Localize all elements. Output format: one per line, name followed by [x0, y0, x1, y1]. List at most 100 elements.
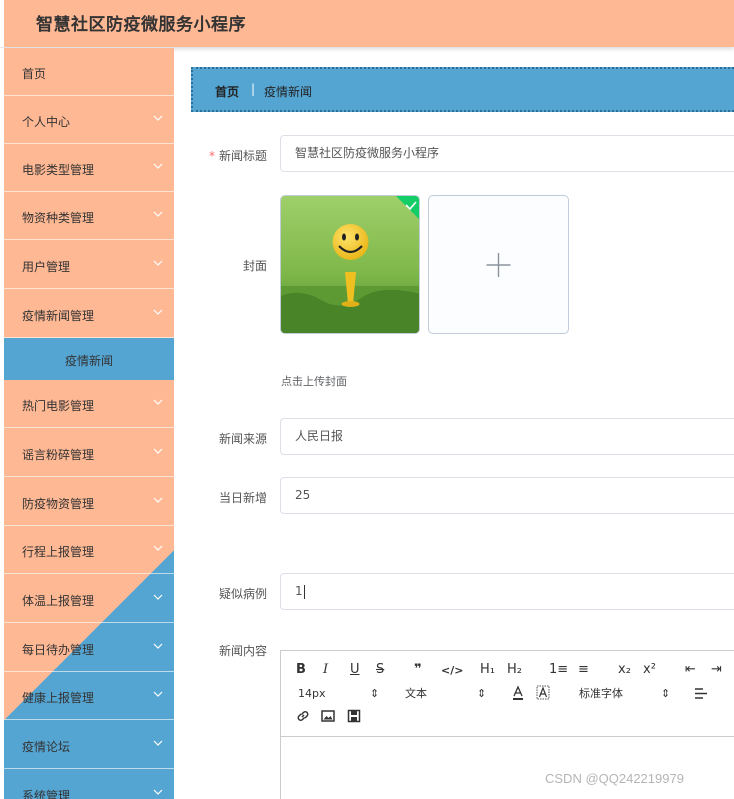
link-icon[interactable]	[296, 709, 310, 723]
sidebar-menu: 首页 个人中心 电影类型管理 物资种类管理 用户管理 疫情新闻管理 疫情新闻 热…	[0, 48, 174, 799]
sidebar-item-forum[interactable]: 疫情论坛	[4, 721, 174, 769]
suspected-cases-value: 1	[295, 584, 303, 598]
chevron-down-icon	[153, 691, 163, 697]
sidebar-item-supply-categories[interactable]: 物资种类管理	[4, 192, 174, 240]
image-icon[interactable]	[321, 709, 335, 723]
top-header: 智慧社区防疫微服务小程序	[0, 0, 734, 47]
align-icon[interactable]	[694, 687, 708, 700]
strike-button[interactable]: S	[376, 662, 384, 678]
sidebar-item-daily-todo[interactable]: 每日待办管理	[4, 624, 174, 672]
chevron-down-icon	[153, 309, 163, 315]
sidebar-item-label: 疫情论坛	[22, 740, 71, 754]
text-caret	[303, 584, 305, 599]
editor-toolbar: B I U S ❞ </> H₁ H₂ 1≡ ≡ x₂ x² ⇤ ⇥ 14px …	[281, 651, 734, 737]
sidebar-item-news-management[interactable]: 疫情新闻管理	[4, 290, 174, 338]
sidebar-item-health-report[interactable]: 健康上报管理	[4, 672, 174, 720]
sidebar-subitem-news[interactable]: 疫情新闻	[4, 338, 174, 380]
news-source-label: 新闻来源	[218, 432, 267, 446]
subscript-button[interactable]: x₂	[618, 662, 631, 678]
required-mark: *	[208, 149, 215, 163]
sidebar-item-label: 电影类型管理	[22, 163, 95, 177]
background-color-icon[interactable]	[536, 685, 550, 701]
sidebar-item-label: 行程上报管理	[22, 545, 95, 559]
bullet-list-button[interactable]: ≡	[578, 662, 589, 678]
sidebar-item-home[interactable]: 首页	[4, 48, 174, 96]
font-size-select[interactable]: 14px	[298, 686, 326, 702]
font-size-arrows-icon: ⇕	[370, 687, 380, 700]
sidebar-item-label: 体温上报管理	[22, 594, 95, 608]
chevron-down-icon	[153, 115, 163, 121]
news-title-input[interactable]: 智慧社区防疫微服务小程序	[280, 135, 734, 172]
chevron-down-icon	[153, 740, 163, 746]
sidebar-item-label: 谣言粉碎管理	[22, 448, 95, 462]
sidebar-item-users[interactable]: 用户管理	[4, 241, 174, 289]
daily-new-value: 25	[295, 488, 311, 502]
sidebar-item-system[interactable]: 系统管理	[4, 770, 174, 799]
sidebar-item-label: 物资种类管理	[22, 211, 95, 225]
font-color-icon[interactable]	[511, 685, 525, 701]
sidebar-item-label: 每日待办管理	[22, 643, 95, 657]
sidebar-item-label: 疫情新闻管理	[22, 309, 95, 323]
block-type-select[interactable]: 文本	[405, 686, 427, 702]
daily-new-input[interactable]: 25	[280, 477, 734, 514]
font-family-select[interactable]: 标准字体	[579, 686, 623, 702]
sidebar-item-rumor-busting[interactable]: 谣言粉碎管理	[4, 429, 174, 477]
sidebar-subitem-label: 疫情新闻	[64, 354, 113, 368]
chevron-down-icon	[153, 497, 163, 503]
video-icon[interactable]	[347, 709, 361, 723]
indent-button[interactable]: ⇥	[711, 662, 722, 678]
chevron-down-icon	[153, 448, 163, 454]
chevron-down-icon	[153, 643, 163, 649]
suspected-cases-input[interactable]: 1	[280, 573, 734, 610]
breadcrumb-separator: |	[251, 82, 256, 96]
news-source-input[interactable]: 人民日报	[280, 418, 734, 455]
sidebar-item-label: 系统管理	[22, 789, 71, 799]
watermark: CSDN @QQ242219979	[545, 771, 684, 786]
news-title-label-text: 新闻标题	[218, 149, 267, 163]
bold-button[interactable]: B	[296, 662, 306, 678]
superscript-button[interactable]: x²	[643, 662, 656, 678]
sidebar-item-label: 健康上报管理	[22, 691, 95, 705]
sidebar-item-movie-types[interactable]: 电影类型管理	[4, 144, 174, 192]
sidebar-item-temperature[interactable]: 体温上报管理	[4, 575, 174, 623]
h1-button[interactable]: H₁	[480, 662, 495, 678]
quote-button[interactable]: ❞	[414, 662, 422, 678]
underline-button[interactable]: U	[350, 662, 360, 678]
italic-button[interactable]: I	[323, 662, 328, 678]
cover-upload-button[interactable]	[428, 195, 569, 334]
news-title-value: 智慧社区防疫微服务小程序	[295, 146, 440, 160]
chevron-down-icon	[153, 545, 163, 551]
sidebar-item-hot-movies[interactable]: 热门电影管理	[4, 380, 174, 428]
sidebar-item-label: 热门电影管理	[22, 399, 95, 413]
cover-image	[281, 196, 419, 333]
sidebar-item-label: 防疫物资管理	[22, 497, 95, 511]
h2-button[interactable]: H₂	[507, 662, 522, 678]
sidebar-item-personal-center[interactable]: 个人中心	[4, 96, 174, 144]
news-title-label: * 新闻标题	[209, 147, 267, 164]
code-button[interactable]: </>	[441, 663, 463, 679]
daily-new-label: 当日新增	[218, 491, 267, 505]
font-family-arrows-icon: ⇕	[661, 687, 671, 700]
sidebar-item-supplies[interactable]: 防疫物资管理	[4, 478, 174, 526]
breadcrumb: 首页 | 疫情新闻	[191, 67, 734, 112]
sidebar-item-label: 个人中心	[22, 115, 71, 129]
news-content-label: 新闻内容	[218, 644, 267, 658]
cover-thumbnail[interactable]	[280, 195, 420, 334]
app-title: 智慧社区防疫微服务小程序	[36, 15, 246, 35]
chevron-down-icon	[153, 594, 163, 600]
plus-icon	[486, 253, 511, 277]
chevron-down-icon	[153, 260, 163, 266]
sidebar-item-label: 用户管理	[22, 260, 71, 274]
cover-upload-hint: 点击上传封面	[281, 375, 347, 388]
breadcrumb-home[interactable]: 首页	[215, 83, 239, 100]
ordered-list-button[interactable]: 1≡	[549, 662, 568, 678]
block-type-arrows-icon: ⇕	[477, 687, 487, 700]
breadcrumb-current: 疫情新闻	[264, 85, 313, 99]
outdent-button[interactable]: ⇤	[685, 662, 696, 678]
sidebar-item-itinerary[interactable]: 行程上报管理	[4, 526, 174, 574]
suspected-cases-label: 疑似病例	[218, 587, 267, 601]
news-source-value: 人民日报	[295, 429, 344, 443]
page: 智慧社区防疫微服务小程序 首页 个人中心 电影类型管理 物资种类管理 用户管理 …	[0, 0, 734, 799]
cover-label: 封面	[242, 259, 267, 273]
sidebar-item-label: 首页	[22, 67, 47, 81]
